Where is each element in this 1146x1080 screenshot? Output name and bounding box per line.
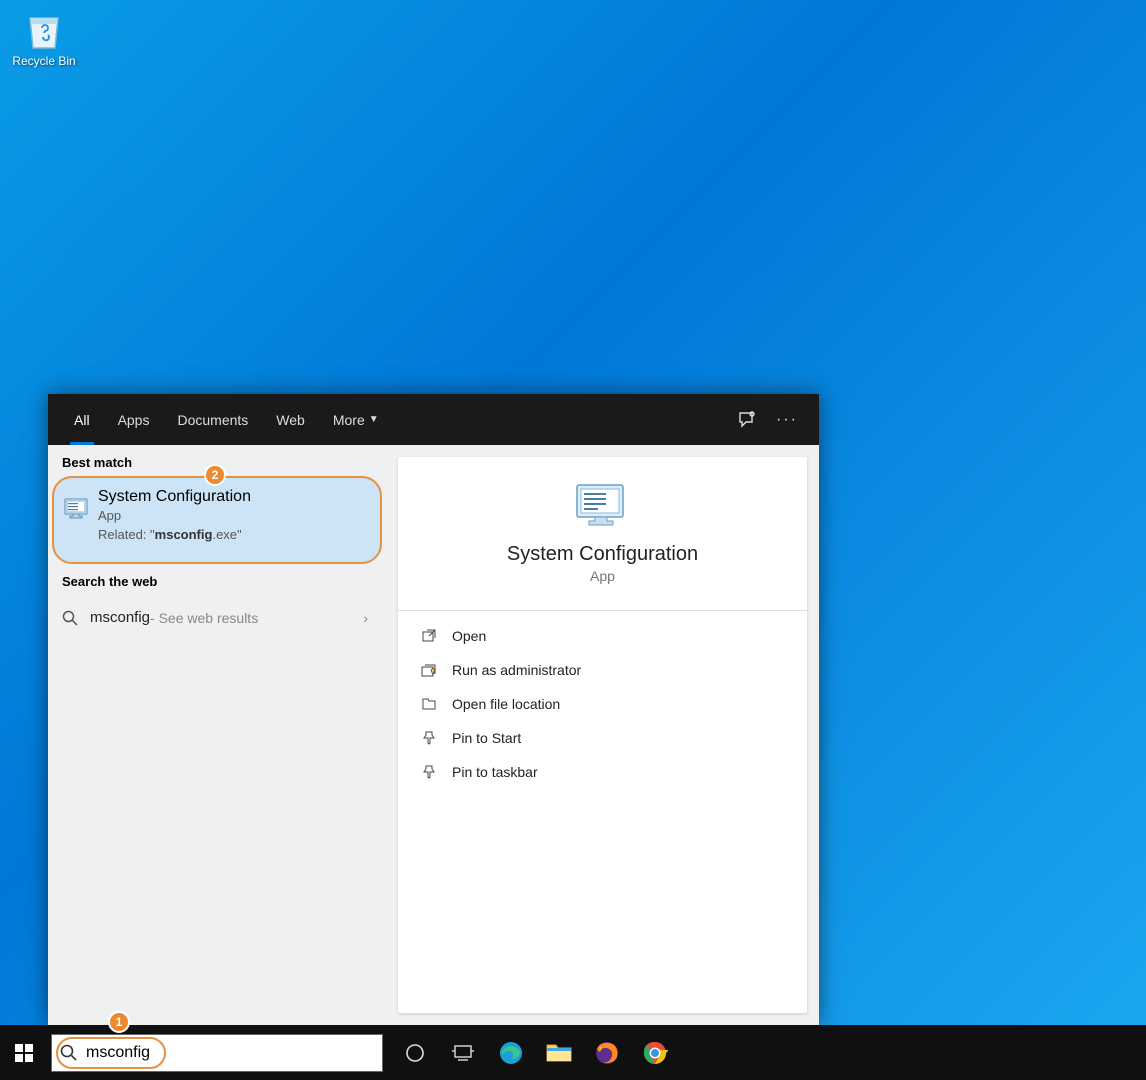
- action-open[interactable]: Open: [418, 619, 787, 653]
- tab-web-label: Web: [276, 412, 305, 428]
- taskbar: 1: [0, 1025, 1146, 1080]
- search-results-column: Best match 2 System Configuration App Re…: [48, 445, 386, 1025]
- cortana-icon: [405, 1043, 425, 1063]
- firefox-button[interactable]: [583, 1025, 631, 1080]
- file-explorer-button[interactable]: [535, 1025, 583, 1080]
- action-run-admin[interactable]: Run as administrator: [418, 653, 787, 687]
- file-explorer-icon: [546, 1042, 572, 1064]
- firefox-icon: [594, 1040, 620, 1066]
- system-configuration-icon: [64, 496, 90, 522]
- best-match-related: Related: "msconfig.exe": [98, 527, 368, 542]
- tab-apps[interactable]: Apps: [104, 394, 164, 445]
- search-icon: [62, 610, 78, 626]
- tab-documents[interactable]: Documents: [163, 394, 262, 445]
- pin-start-icon: [420, 729, 438, 747]
- preview-app-icon: [575, 483, 631, 531]
- task-view-icon: [452, 1044, 474, 1062]
- related-bold: msconfig: [155, 527, 213, 542]
- action-run-admin-label: Run as administrator: [452, 662, 581, 678]
- taskbar-search-box[interactable]: 1: [51, 1034, 383, 1072]
- action-pin-taskbar[interactable]: Pin to taskbar: [418, 755, 787, 789]
- web-search-result[interactable]: msconfig - See web results ›: [48, 599, 386, 636]
- search-preview-column: System Configuration App Open Run as adm…: [386, 445, 819, 1025]
- open-icon: [420, 627, 438, 645]
- preview-subtitle: App: [418, 568, 787, 584]
- tab-apps-label: Apps: [118, 412, 150, 428]
- preview-divider: [398, 610, 807, 611]
- edge-icon: [498, 1040, 524, 1066]
- ellipsis-icon: ···: [776, 411, 798, 429]
- taskbar-search-input[interactable]: [86, 1035, 382, 1071]
- action-open-label: Open: [452, 628, 486, 644]
- feedback-icon: [737, 410, 757, 430]
- task-view-button[interactable]: [439, 1025, 487, 1080]
- annotation-badge-2: 2: [204, 464, 226, 486]
- action-pin-start[interactable]: Pin to Start: [418, 721, 787, 755]
- run-admin-icon: [420, 661, 438, 679]
- web-query-text: msconfig: [90, 609, 150, 626]
- best-match-subtitle: App: [98, 508, 368, 523]
- best-match-title: System Configuration: [98, 488, 368, 506]
- more-options-button[interactable]: ···: [767, 400, 807, 440]
- edge-button[interactable]: [487, 1025, 535, 1080]
- action-pin-start-label: Pin to Start: [452, 730, 521, 746]
- related-suffix: .exe": [212, 527, 241, 542]
- search-web-heading: Search the web: [48, 564, 386, 595]
- recycle-bin-desktop-icon[interactable]: Recycle Bin: [8, 8, 80, 68]
- annotation-badge-1: 1: [108, 1011, 130, 1033]
- action-open-location-label: Open file location: [452, 696, 560, 712]
- search-tabs-bar: All Apps Documents Web More ▼ ···: [48, 394, 819, 445]
- web-hint-text: - See web results: [150, 610, 258, 626]
- best-match-result[interactable]: 2 System Configuration App Related: "msc…: [52, 476, 382, 564]
- tab-web[interactable]: Web: [262, 394, 319, 445]
- tab-all[interactable]: All: [60, 394, 104, 445]
- action-open-location[interactable]: Open file location: [418, 687, 787, 721]
- tab-more[interactable]: More ▼: [319, 394, 393, 445]
- start-search-panel: All Apps Documents Web More ▼ ··· Best m…: [48, 394, 819, 1025]
- chrome-button[interactable]: [631, 1025, 679, 1080]
- preview-card: System Configuration App Open Run as adm…: [398, 457, 807, 1013]
- cortana-button[interactable]: [391, 1025, 439, 1080]
- preview-title: System Configuration: [418, 543, 787, 566]
- chrome-icon: [642, 1040, 668, 1066]
- open-location-icon: [420, 695, 438, 713]
- tab-documents-label: Documents: [177, 412, 248, 428]
- tab-more-label: More: [333, 412, 365, 428]
- recycle-bin-label: Recycle Bin: [8, 54, 80, 68]
- start-button[interactable]: [0, 1025, 48, 1080]
- action-pin-taskbar-label: Pin to taskbar: [452, 764, 538, 780]
- chevron-right-icon: ›: [363, 610, 368, 626]
- pin-taskbar-icon: [420, 763, 438, 781]
- tab-all-label: All: [74, 412, 90, 428]
- windows-logo-icon: [15, 1044, 33, 1062]
- search-icon: [60, 1044, 78, 1062]
- recycle-bin-icon: [22, 8, 66, 52]
- feedback-icon-button[interactable]: [727, 400, 767, 440]
- related-prefix: Related: ": [98, 527, 155, 542]
- chevron-down-icon: ▼: [369, 414, 379, 425]
